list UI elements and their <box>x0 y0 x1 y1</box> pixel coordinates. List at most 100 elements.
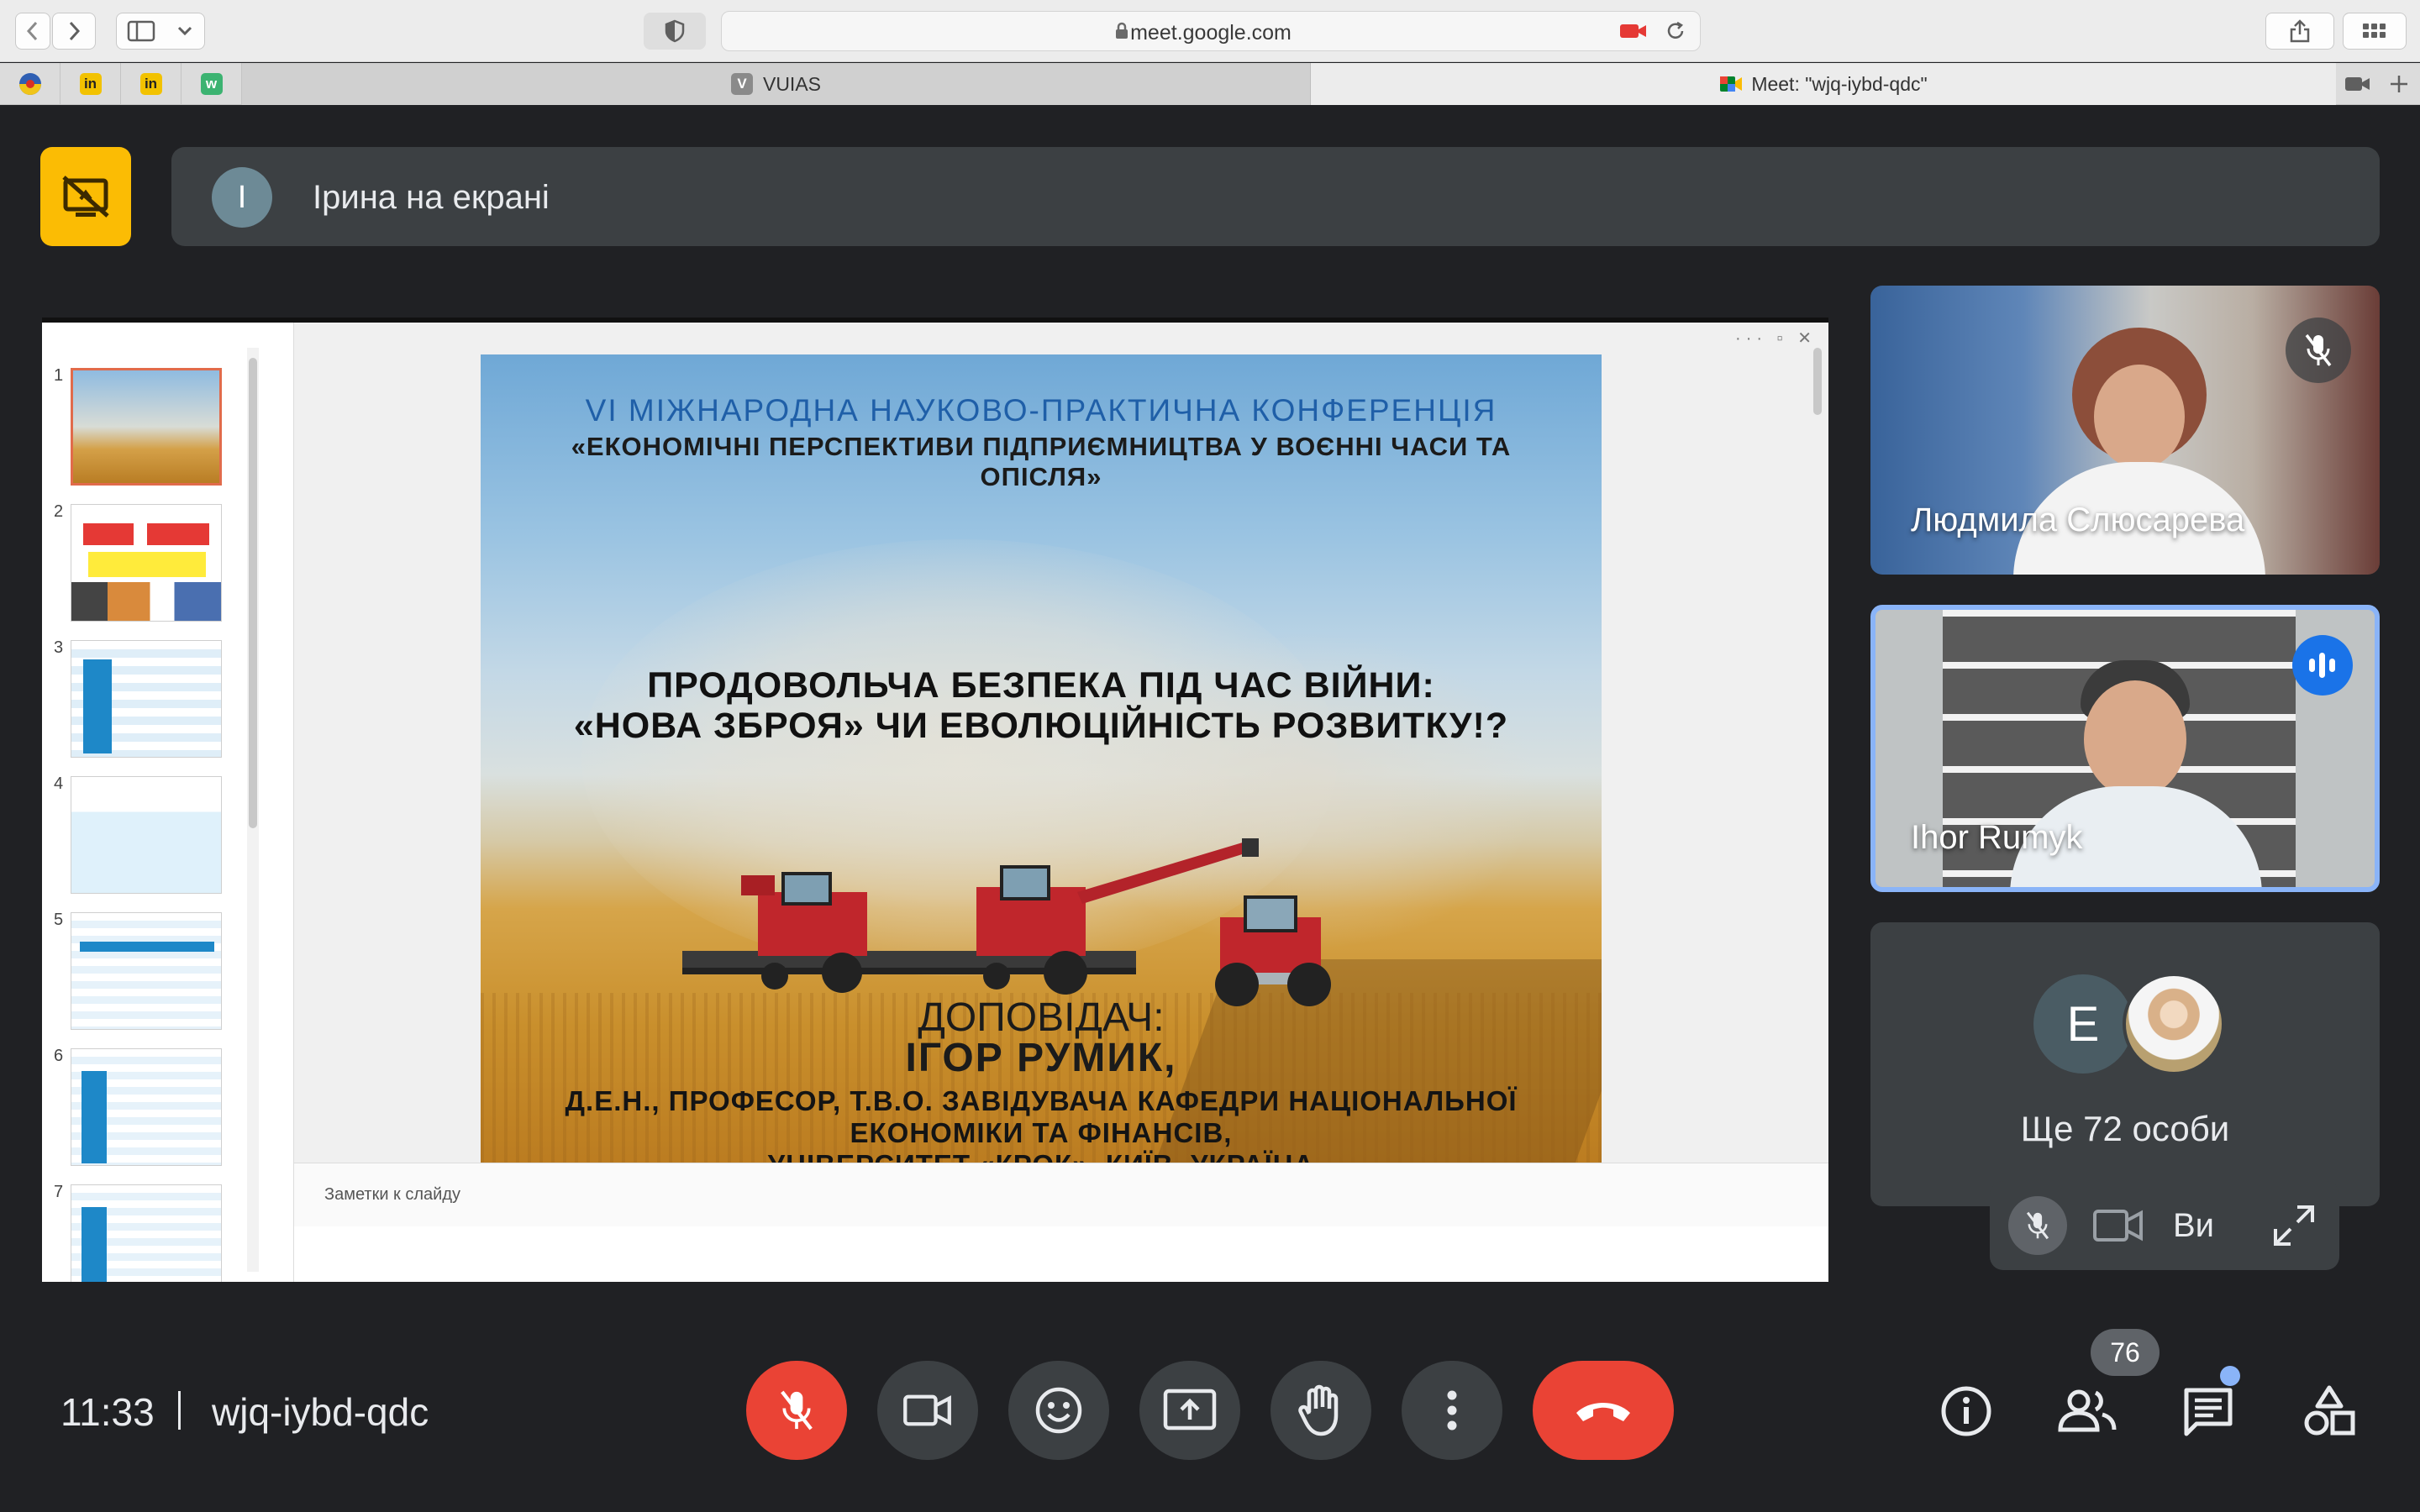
chevron-right-icon <box>69 21 81 41</box>
presenting-banner: I Ірина на екрані <box>171 147 2380 246</box>
editor-scrollbar[interactable] <box>1812 339 1823 1163</box>
thumbnail-scrollbar[interactable] <box>247 348 259 1272</box>
w-icon: w <box>200 73 223 95</box>
others-tile[interactable]: E Ще 72 особи <box>1870 922 2380 1206</box>
tab-title: VUIAS <box>762 72 822 95</box>
participant-tile-1[interactable]: Людмила Слюсарева <box>1870 286 2380 575</box>
tractor-image <box>1215 895 1331 1006</box>
more-participants-text: Ще 72 особи <box>2020 1109 2230 1148</box>
new-tab-icon[interactable] <box>2388 73 2410 95</box>
meet-favicon-icon <box>1720 76 1743 92</box>
more-options-button[interactable] <box>1402 1361 1502 1460</box>
slide-speaker-affiliation: Д.Е.Н., ПРОФЕСОР, Т.В.О. ЗАВІДУВАЧА КАФЕ… <box>565 1085 1518 1116</box>
stop-presenting-button[interactable] <box>40 147 131 246</box>
slide-speaker-name: ІГОР РУМИК, <box>905 1036 1177 1080</box>
forward-button[interactable] <box>52 13 96 50</box>
present-screen-button[interactable] <box>1139 1361 1240 1460</box>
tab-overview-button[interactable] <box>2343 13 2407 50</box>
chat-button[interactable] <box>2175 1378 2242 1445</box>
thumb-red-block <box>83 523 134 545</box>
camera-icon <box>2093 1210 2143 1242</box>
microphone-toggle-button[interactable] <box>746 1361 847 1460</box>
reload-icon[interactable] <box>1665 20 1686 42</box>
presenter-avatar: I <box>212 167 272 228</box>
leave-call-button[interactable] <box>1533 1361 1674 1460</box>
pane-window-controls[interactable]: ··· ▫ ✕ <box>1735 328 1817 349</box>
speaking-indicator <box>2292 635 2353 696</box>
slide-thumbnail-4[interactable] <box>71 776 222 894</box>
present-off-icon <box>62 176 109 218</box>
self-mic-button[interactable] <box>2008 1196 2067 1255</box>
unread-chat-indicator <box>2220 1366 2240 1386</box>
tab-meet[interactable]: Meet: "wjq-iybd-qdc" <box>1311 63 2336 105</box>
slide-speaker-label: ДОПОВІДАЧ: <box>918 995 1165 1040</box>
sidebar-toggle-button[interactable] <box>116 13 205 50</box>
pinned-tab-1[interactable] <box>0 63 60 105</box>
present-icon <box>1163 1389 1217 1431</box>
expand-self-view-button[interactable] <box>2267 1200 2321 1251</box>
expand-icon <box>2274 1205 2314 1246</box>
slide-number: 1 <box>54 366 64 385</box>
participant-tile-2[interactable]: Ihor Rumyk <box>1870 605 2380 892</box>
slide-main-title: ПРОДОВОЛЬЧА БЕЗПЕКА ПІД ЧАС ВІЙНИ: <box>647 665 1435 706</box>
tab-vuias[interactable]: V VUIAS <box>242 63 1311 105</box>
camera-toggle-button[interactable] <box>877 1361 978 1460</box>
meeting-details-button[interactable] <box>1933 1378 2000 1445</box>
share-button[interactable] <box>2265 13 2334 50</box>
tab-bar: in in w V VUIAS Meet: "wjq-iybd-qdc" <box>0 63 2420 105</box>
slide-thumbnail-1[interactable] <box>71 368 222 486</box>
thumb-table-column <box>82 1207 107 1282</box>
presenting-text: Ірина на екрані <box>313 179 550 216</box>
browser-toolbar: meet.google.com <box>0 0 2420 62</box>
share-icon <box>2290 19 2310 43</box>
chat-icon <box>2184 1388 2233 1436</box>
slide-main-title: «НОВА ЗБРОЯ» ЧИ ЕВОЛЮЦІЙНІСТЬ РОЗВИТКУ!? <box>573 706 1509 746</box>
slide-thumbnail-3[interactable] <box>71 640 222 758</box>
grid-icon <box>2363 24 2386 38</box>
participant-avatar: E <box>2033 974 2133 1074</box>
thumb-yellow-block <box>88 552 206 577</box>
camera-recording-icon <box>1620 24 1646 38</box>
chevron-left-icon <box>26 21 38 41</box>
people-icon <box>2058 1389 2117 1432</box>
shared-screen: 1 2 3 4 5 6 7 ··· ▫ ✕ VI МІЖНАРОДНА НАУК… <box>42 318 1828 1282</box>
thumb-red-block <box>147 523 209 545</box>
activities-button[interactable] <box>2296 1378 2363 1445</box>
self-camera-button[interactable] <box>2089 1200 2148 1251</box>
people-button[interactable] <box>2054 1378 2121 1445</box>
slide-number: 5 <box>54 911 64 929</box>
slide-thumbnail-6[interactable] <box>71 1048 222 1166</box>
emoji-icon <box>1035 1387 1082 1434</box>
slide-conference-subtitle: ОПІСЛЯ» <box>980 462 1102 491</box>
pinned-tab-3[interactable]: in <box>121 63 182 105</box>
chevron-down-icon <box>177 26 192 36</box>
divider <box>178 1391 181 1430</box>
mic-off-icon <box>781 1390 813 1431</box>
in-icon: in <box>79 73 102 95</box>
pinned-tab-2[interactable]: in <box>60 63 121 105</box>
slide-thumbnail-7[interactable] <box>71 1184 222 1282</box>
participant-count-badge: 76 <box>2091 1329 2160 1376</box>
self-label: Ви <box>2173 1206 2215 1244</box>
address-bar[interactable]: meet.google.com <box>721 11 1701 51</box>
current-slide: VI МІЖНАРОДНА НАУКОВО-ПРАКТИЧНА КОНФЕРЕН… <box>481 354 1602 1194</box>
thumb-table-header <box>80 942 214 952</box>
reactions-button[interactable] <box>1008 1361 1109 1460</box>
back-button[interactable] <box>15 13 50 50</box>
pinned-tab-4[interactable]: w <box>182 63 242 105</box>
scrollbar-handle[interactable] <box>1813 348 1822 415</box>
self-view-controls: Ви <box>1990 1181 2339 1270</box>
notes-placeholder: Заметки к слайду <box>324 1185 460 1204</box>
slide-conference-subtitle: «ЕКОНОМІЧНІ ПЕРСПЕКТИВИ ПІДПРИЄМНИЦТВА У… <box>571 432 1512 461</box>
in-icon: in <box>139 73 162 95</box>
slide-notes-pane[interactable]: Заметки к слайду <box>294 1163 1828 1226</box>
raise-hand-button[interactable] <box>1270 1361 1371 1460</box>
hand-icon <box>1298 1384 1339 1436</box>
privacy-shield-button[interactable] <box>644 13 706 50</box>
slide-thumbnail-5[interactable] <box>71 912 222 1030</box>
meeting-code: wjq-iybd-qdc <box>212 1390 429 1434</box>
slide-thumbnail-2[interactable] <box>71 504 222 622</box>
info-icon <box>1941 1386 1991 1436</box>
slide-number: 2 <box>54 502 64 521</box>
scrollbar-handle[interactable] <box>249 358 257 828</box>
